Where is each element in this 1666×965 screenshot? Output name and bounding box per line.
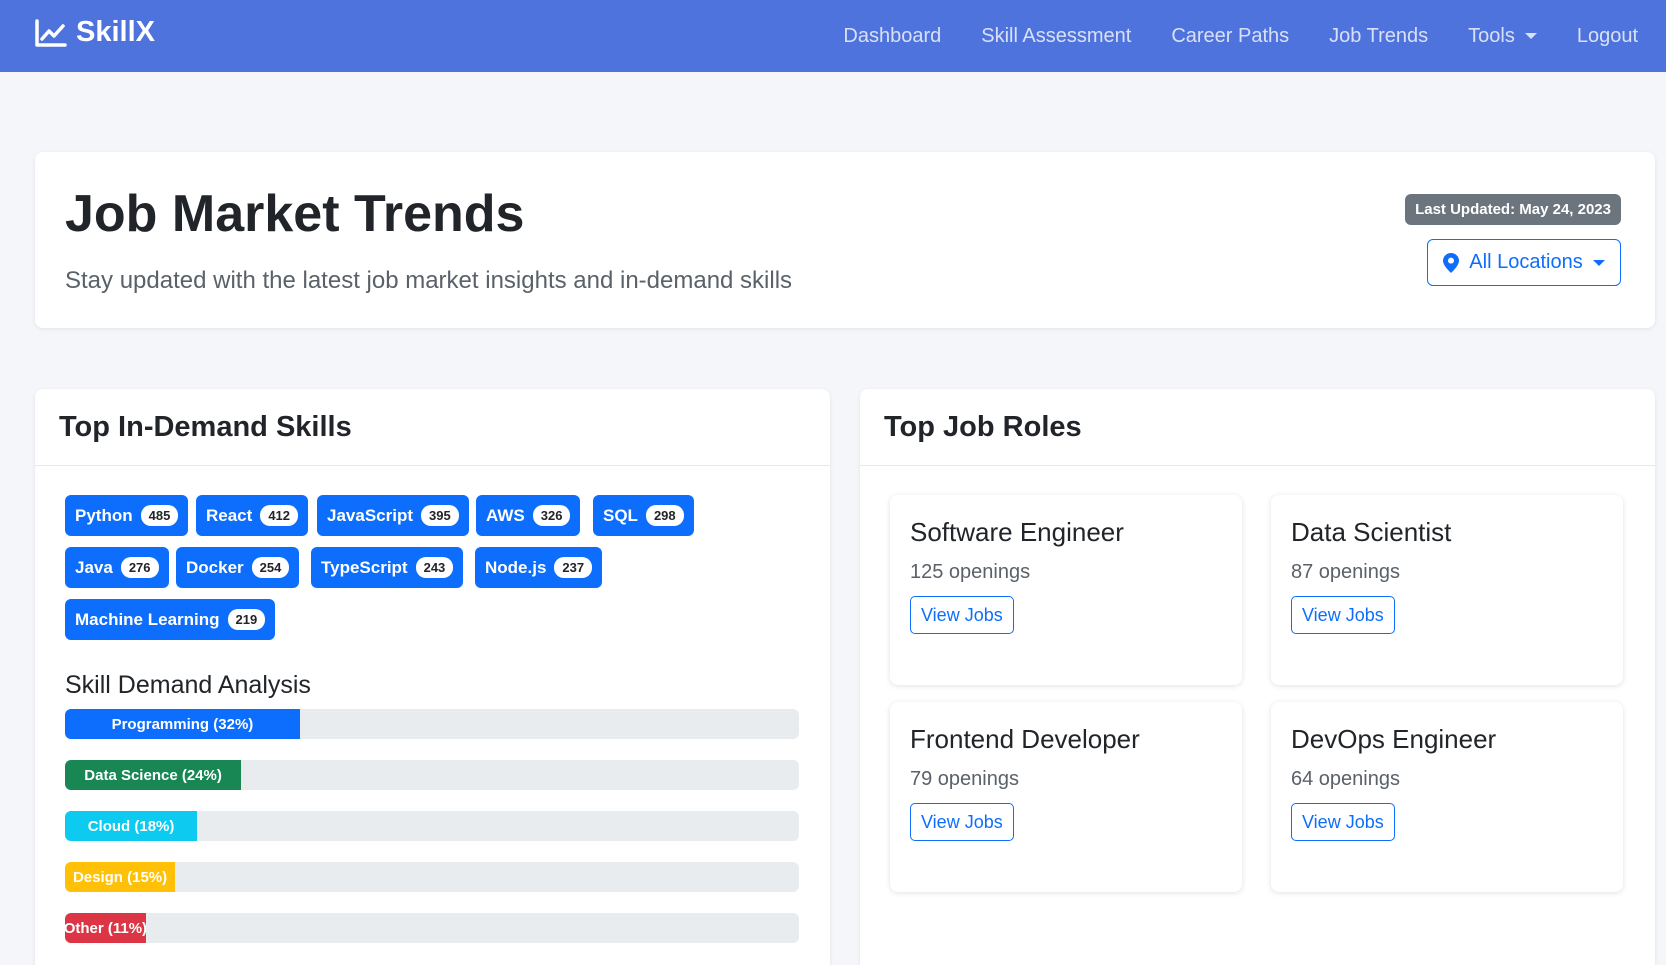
page-header-card: Job Market Trends Stay updated with the …	[35, 152, 1655, 328]
job-role-title: Data Scientist	[1291, 517, 1452, 547]
progress-bar-fill: Programming (32%)	[65, 709, 300, 739]
skill-tag-aws[interactable]: AWS 326	[476, 495, 581, 536]
skill-tag-java[interactable]: Java 276	[65, 547, 169, 588]
skill-tag-label: Node.js	[485, 557, 547, 577]
skill-count-badge: 298	[645, 505, 684, 526]
job-role-card: Data Scientist 87 openings View Jobs	[1271, 495, 1623, 685]
skill-tag-label: TypeScript	[321, 557, 408, 577]
top-job-roles-card: Top Job Roles Software Engineer 125 open…	[860, 389, 1655, 965]
skill-tag-label: Java	[75, 557, 113, 577]
location-dropdown-button[interactable]: All Locations	[1427, 239, 1621, 286]
top-skills-card: Top In-Demand Skills Python 485 React 41…	[35, 389, 830, 965]
map-marker-icon	[1443, 252, 1460, 273]
chart-line-icon	[35, 18, 67, 47]
skill-tag-react[interactable]: React 412	[196, 495, 309, 536]
skill-tag-sql[interactable]: SQL 298	[593, 495, 694, 536]
progress-bar-fill: Cloud (18%)	[65, 811, 198, 841]
job-role-card: DevOps Engineer 64 openings View Jobs	[1271, 702, 1623, 892]
skill-count-badge: 326	[532, 505, 571, 526]
skill-tag-label: AWS	[486, 505, 525, 525]
page-subtitle: Stay updated with the latest job market …	[65, 267, 793, 294]
page-title: Job Market Trends	[65, 185, 525, 243]
progress-bar-programming: Programming (32%)	[65, 709, 799, 739]
progress-bar-fill: Other (11%)	[65, 913, 146, 943]
nav-career-paths[interactable]: Career Paths	[1171, 25, 1289, 48]
skill-tag-python[interactable]: Python 485	[65, 495, 189, 536]
nav-tools-dropdown[interactable]: Tools	[1468, 25, 1537, 48]
progress-bar-fill: Design (15%)	[65, 862, 176, 892]
job-role-title: Frontend Developer	[910, 724, 1140, 754]
skill-tag-label: JavaScript	[327, 505, 413, 525]
progress-bar-cloud: Cloud (18%)	[65, 811, 799, 841]
job-role-card: Software Engineer 125 openings View Jobs	[890, 495, 1242, 685]
skill-tag-nodejs[interactable]: Node.js 237	[475, 547, 603, 588]
skill-count-badge: 243	[415, 557, 454, 578]
skill-count-badge: 276	[120, 557, 159, 578]
job-role-openings: 79 openings	[910, 768, 1019, 790]
skill-count-badge: 219	[227, 609, 266, 630]
skill-tag-javascript[interactable]: JavaScript 395	[317, 495, 469, 536]
skill-count-badge: 412	[260, 505, 299, 526]
job-role-title: DevOps Engineer	[1291, 724, 1497, 754]
progress-bar-design: Design (15%)	[65, 862, 799, 892]
brand-logo[interactable]: SkillX	[34, 16, 155, 49]
view-jobs-button[interactable]: View Jobs	[910, 596, 1014, 634]
chevron-down-icon	[1592, 259, 1605, 266]
progress-bar-other: Other (11%)	[65, 913, 799, 943]
chevron-down-icon	[1524, 33, 1537, 39]
nav-tools-label: Tools	[1468, 24, 1515, 47]
roles-card-title: Top Job Roles	[860, 389, 1655, 466]
nav-skill-assessment[interactable]: Skill Assessment	[981, 25, 1131, 48]
job-role-title: Software Engineer	[910, 517, 1124, 547]
skill-count-badge: 254	[251, 557, 290, 578]
nav-job-trends[interactable]: Job Trends	[1329, 25, 1428, 48]
view-jobs-button[interactable]: View Jobs	[1291, 596, 1395, 634]
brand-name: SkillX	[76, 16, 155, 48]
skill-demand-analysis-title: Skill Demand Analysis	[65, 671, 311, 699]
skill-tag-label: Machine Learning	[75, 609, 220, 629]
progress-bar-fill: Data Science (24%)	[65, 760, 242, 790]
skill-count-badge: 485	[140, 505, 179, 526]
skill-tag-label: React	[206, 505, 253, 525]
view-jobs-button[interactable]: View Jobs	[910, 803, 1014, 841]
skill-tag-docker[interactable]: Docker 254	[176, 547, 300, 588]
job-role-openings: 125 openings	[910, 561, 1031, 583]
location-label: All Locations	[1469, 251, 1583, 273]
last-updated-badge: Last Updated: May 24, 2023	[1405, 194, 1621, 225]
skill-tag-machine-learning[interactable]: Machine Learning 219	[65, 599, 276, 640]
view-jobs-button[interactable]: View Jobs	[1291, 803, 1395, 841]
skills-card-title: Top In-Demand Skills	[35, 389, 830, 466]
skill-tag-label: SQL	[603, 505, 638, 525]
skill-tag-label: Python	[75, 505, 133, 525]
nav-logout[interactable]: Logout	[1577, 25, 1638, 48]
progress-bar-data-science: Data Science (24%)	[65, 760, 799, 790]
job-role-openings: 64 openings	[1291, 768, 1400, 790]
skill-tag-label: Docker	[186, 557, 244, 577]
skill-tag-typescript[interactable]: TypeScript 243	[311, 547, 464, 588]
nav-links: Dashboard Skill Assessment Career Paths …	[803, 0, 1638, 72]
nav-dashboard[interactable]: Dashboard	[843, 25, 941, 48]
skill-count-badge: 237	[554, 557, 593, 578]
top-navbar: SkillX Dashboard Skill Assessment Career…	[0, 0, 1666, 72]
skill-count-badge: 395	[421, 505, 459, 526]
job-role-card: Frontend Developer 79 openings View Jobs	[890, 702, 1242, 892]
job-role-openings: 87 openings	[1291, 561, 1400, 583]
